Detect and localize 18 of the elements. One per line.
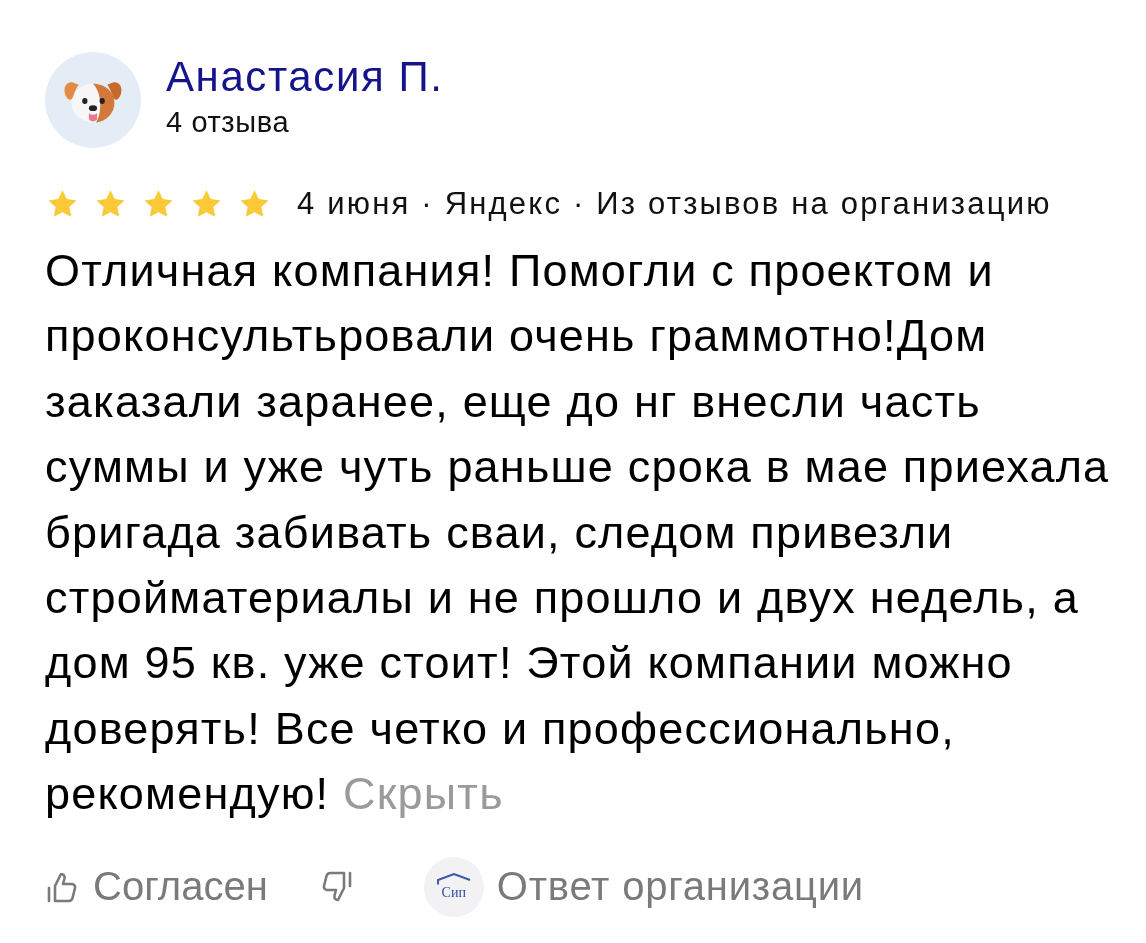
thumbs-down-icon: [321, 870, 352, 903]
roof-icon: [435, 873, 472, 886]
agree-button[interactable]: Согласен: [47, 864, 268, 910]
review-meta: 4 июня · Яндекс · Из отзывов на организацию: [297, 186, 1052, 222]
org-response-label: Ответ организации: [496, 864, 865, 910]
review-text: Отличная компания! Помогли с проектом и проконсультьровали очень граммотно!Дом заказали заранее, еще до нг внесли часть суммы и уже чуть раньше срока в мае приехала бригада забивать сваи, следом привезли стройматериалы и не прошло и двух недель, а дом 95 кв. уже стоит! Этой компании можно доверять! Все четко и профессионально, рекомендую! Скрыть: [45, 244, 1110, 822]
disagree-button[interactable]: [321, 870, 352, 903]
thumbs-up-icon: [47, 870, 77, 903]
star-icon: [191, 189, 222, 219]
star-icon: [239, 189, 270, 219]
reviews-count: 4 отзыва: [166, 105, 291, 139]
org-response-button[interactable]: Сип Ответ организации: [423, 856, 865, 917]
star-icon: [143, 189, 174, 219]
logo-text: Сип: [441, 886, 466, 901]
dog-avatar-icon: [45, 52, 141, 148]
star-icon: [95, 189, 126, 219]
star-icon: [47, 189, 78, 219]
author-name[interactable]: Анастасия П.: [166, 53, 444, 101]
